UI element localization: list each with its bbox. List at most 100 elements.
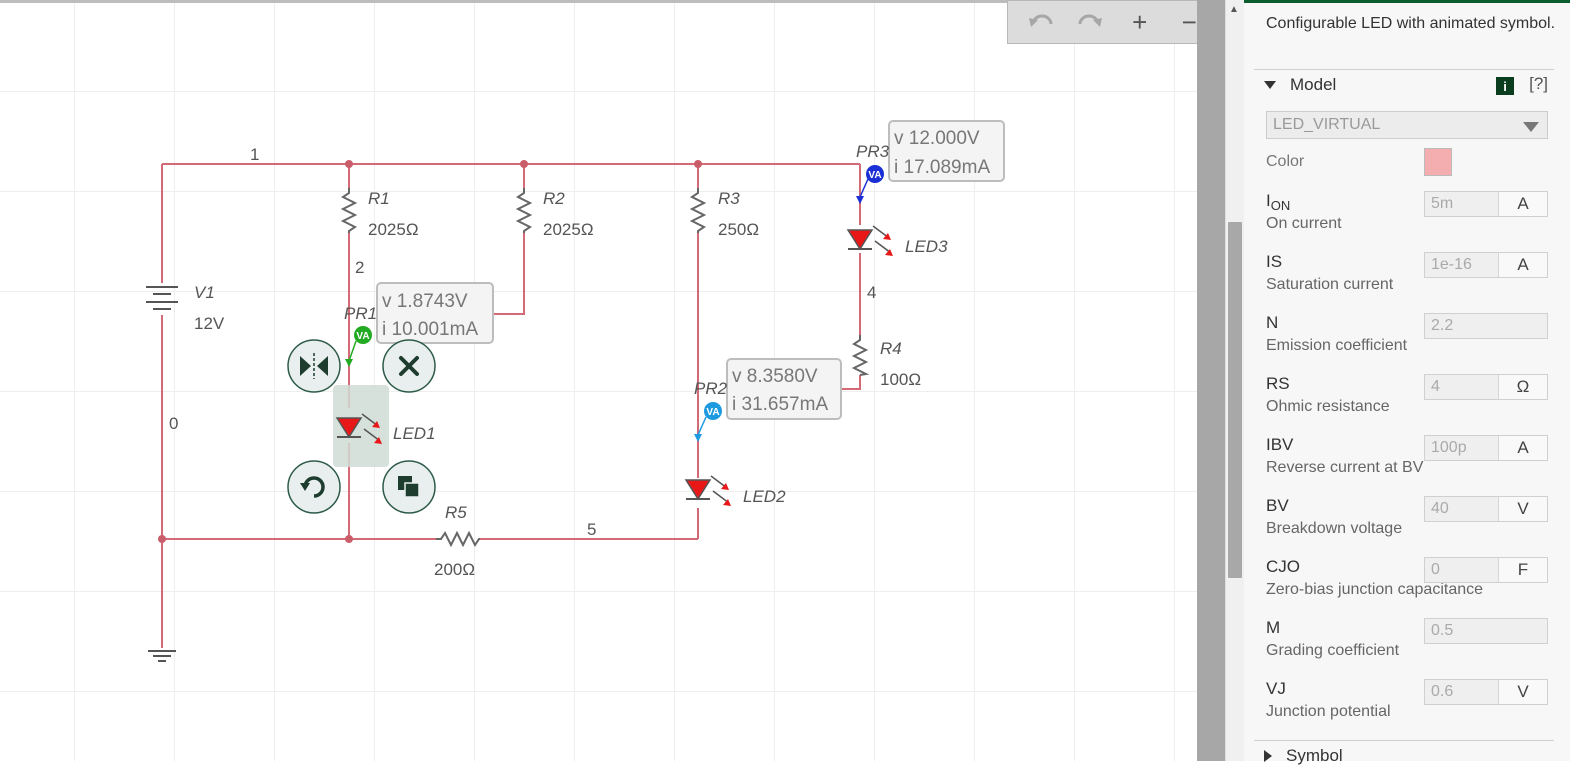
duplicate-button[interactable] [382,460,436,514]
param-description: Junction potential [1266,703,1391,720]
param-description: Grading coefficient [1266,642,1400,659]
r3-name: R3 [718,189,740,208]
param-name-sub: ON [1270,198,1291,213]
scroll-up-icon[interactable]: ▲ [1229,4,1239,15]
resistor-r5[interactable] [436,530,480,548]
param-name-text: BV [1266,496,1289,515]
resistor-r1[interactable] [340,188,358,233]
model-select[interactable]: LED_VIRTUAL [1266,111,1548,139]
dropdown-arrow-icon [1523,122,1539,132]
param-input[interactable]: 2.2 [1424,313,1548,339]
param-value[interactable]: 1e-16 [1425,253,1499,277]
param-input[interactable]: 100p A [1424,435,1548,461]
resistor-r3[interactable] [689,188,707,233]
param-name: IBV [1266,435,1293,455]
param-row: M Grading coefficient 0.5 [1266,618,1556,678]
v1-name: V1 [194,283,215,302]
r5-name: R5 [445,503,467,522]
param-value[interactable]: 4 [1425,375,1499,399]
param-unit[interactable]: F [1499,558,1547,582]
param-value[interactable]: 0.5 [1425,619,1547,643]
info-icon[interactable]: i [1496,77,1514,95]
param-unit[interactable]: A [1499,436,1547,460]
circuit-diagram[interactable]: v 1.8743V i 10.001mA VA PR1 v 8.3580V i … [0,3,1197,764]
param-description: Saturation current [1266,276,1394,293]
redo-button[interactable] [1070,2,1110,42]
model-section-header[interactable]: Model i [?] [1254,69,1554,99]
param-unit[interactable]: Ω [1499,375,1547,399]
resistor-r2[interactable] [515,188,533,233]
probe-pr2-voltage: v 8.3580V [732,366,818,387]
param-name: CJO [1266,557,1300,577]
param-row: BV Breakdown voltage 40 V [1266,496,1556,556]
param-value[interactable]: 2.2 [1425,314,1547,338]
color-label: Color [1266,153,1305,170]
param-description: Zero-bias junction capacitance [1266,581,1484,598]
param-value[interactable]: 40 [1425,497,1499,521]
node-label-0: 0 [169,414,178,433]
r1-value: 2025Ω [368,220,419,239]
param-row: CJO Zero-bias junction capacitance 0 F [1266,557,1556,617]
probe-pr2-badge: VA [706,407,719,418]
redo-icon [1078,14,1103,27]
delete-button[interactable] [382,339,436,393]
led2-symbol[interactable] [684,475,731,506]
param-name: VJ [1266,679,1286,699]
undo-button[interactable] [1021,2,1061,42]
param-description: Emission coefficient [1266,337,1408,354]
param-input[interactable]: 4Ω [1424,374,1548,400]
param-input[interactable]: 0.5 [1424,618,1548,644]
probe-pr3[interactable]: v 12.000V i 17.089mA VA PR3 [856,120,1005,204]
node-label-2: 2 [355,258,364,277]
edit-toolbar: + − [1007,0,1223,44]
param-name: IS [1266,252,1282,272]
param-value[interactable]: 0.6 [1425,680,1499,704]
param-name: N [1266,313,1278,333]
param-row: IBV Reverse current at BV 100p A [1266,435,1556,495]
param-unit[interactable]: V [1499,497,1547,521]
battery-v1[interactable] [146,286,178,310]
param-description: Ohmic resistance [1266,398,1390,415]
probe-pr3-badge: VA [868,170,881,181]
param-name-text: IBV [1266,435,1294,454]
r1-name: R1 [368,189,390,208]
param-input[interactable]: 5m A [1424,191,1548,217]
probe-pr2-current: i 31.657mA [732,394,828,415]
node-label-4: 4 [867,283,876,302]
symbol-section-header[interactable]: Symbol [1254,740,1554,770]
probe-pr2[interactable]: v 8.3580V i 31.657mA VA PR2 [694,358,842,442]
rotate-button[interactable] [287,460,341,514]
probe-pr1-badge: VA [356,331,369,342]
param-unit[interactable]: A [1499,192,1547,216]
model-select-value: LED_VIRTUAL [1273,116,1381,133]
param-name: RS [1266,374,1290,394]
panel-scrollbar[interactable]: ▲ [1225,0,1244,761]
param-unit[interactable]: V [1499,680,1547,704]
symbol-section-title: Symbol [1286,745,1343,765]
color-swatch[interactable] [1424,148,1452,176]
zoom-in-button[interactable]: + [1120,2,1160,42]
param-input[interactable]: 40 V [1424,496,1548,522]
param-value[interactable]: 100p [1425,436,1499,460]
param-row: VJ Junction potential 0.6 V [1266,679,1556,739]
param-row: IS Saturation current 1e-16 A [1266,252,1556,312]
param-input[interactable]: 0F [1424,557,1548,583]
schematic-canvas[interactable]: v 1.8743V i 10.001mA VA PR1 v 8.3580V i … [0,0,1197,761]
param-value[interactable]: 0 [1425,558,1499,582]
param-input[interactable]: 1e-16 A [1424,252,1548,278]
resistor-r4[interactable] [851,335,870,376]
r4-value: 100Ω [880,370,921,389]
help-icon[interactable]: [?] [1529,74,1548,94]
chevron-right-icon [1264,749,1272,762]
param-value[interactable]: 5m [1425,192,1499,216]
ground-symbol[interactable] [148,650,176,662]
param-name-text: IS [1266,252,1283,271]
param-row: N Emission coefficient 2.2 [1266,313,1556,373]
param-unit[interactable]: A [1499,253,1547,277]
scroll-thumb[interactable] [1228,222,1242,578]
param-name-text: VJ [1266,679,1286,698]
param-input[interactable]: 0.6 V [1424,679,1548,705]
r2-value: 2025Ω [543,220,594,239]
led3-symbol[interactable] [846,225,893,256]
flip-button[interactable] [287,339,341,393]
